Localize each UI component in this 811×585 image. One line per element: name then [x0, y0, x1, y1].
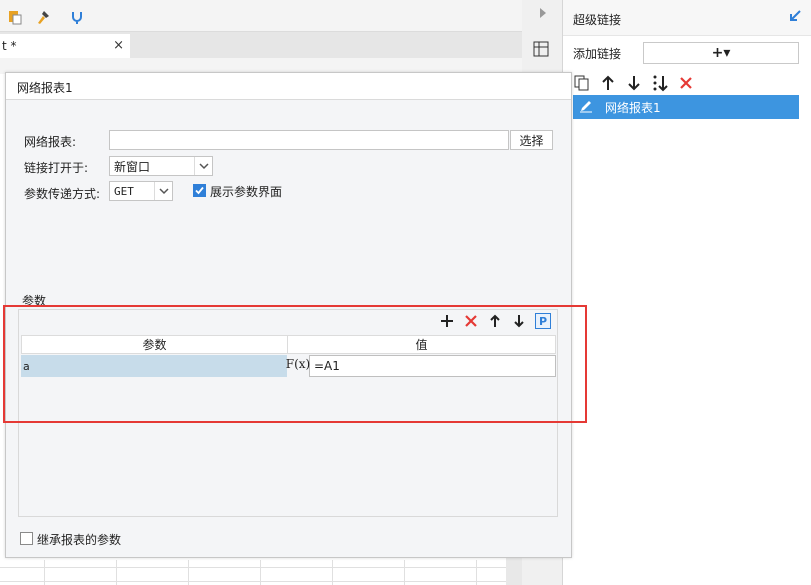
document-tab[interactable]: t * × — [0, 34, 130, 58]
add-link-button-label: +▾ — [711, 45, 731, 61]
chevron-down-icon[interactable] — [154, 182, 172, 200]
side-ribbon — [522, 0, 562, 76]
open-in-value: 新窗口 — [114, 159, 151, 174]
copy-icon[interactable] — [573, 74, 591, 92]
hyperlink-list-item-label: 网络报表1 — [605, 100, 661, 115]
inherit-params-checkbox[interactable] — [20, 532, 33, 545]
inherit-params-label: 继承报表的参数 — [37, 533, 122, 547]
dialog-title: 网络报表1 — [6, 73, 571, 100]
format-brush-icon[interactable] — [34, 8, 52, 26]
report-label: 网络报表: — [24, 135, 77, 149]
open-in-label: 链接打开于: — [24, 161, 89, 175]
method-select[interactable]: GET — [109, 181, 173, 201]
add-link-button[interactable]: +▾ — [643, 42, 799, 64]
report-path-input[interactable] — [109, 130, 509, 150]
show-params-label: 展示参数界面 — [210, 185, 283, 199]
plugin-icon[interactable] — [68, 8, 86, 26]
hyperlink-list: 网络报表1 — [573, 95, 799, 119]
chevron-down-icon[interactable] — [194, 157, 212, 175]
sort-icon[interactable] — [651, 74, 669, 92]
open-in-select[interactable]: 新窗口 — [109, 156, 213, 176]
paste-icon[interactable] — [6, 8, 24, 26]
move-up-icon[interactable] — [599, 74, 617, 92]
collapse-arrow-icon[interactable] — [788, 9, 804, 25]
choose-button[interactable]: 选择 — [510, 130, 553, 150]
method-value: GET — [114, 184, 134, 198]
panel-title: 超级链接 — [573, 13, 622, 27]
link-toolbar — [573, 72, 695, 94]
add-link-label: 添加链接 — [573, 47, 622, 61]
close-icon[interactable]: × — [113, 38, 124, 53]
chevron-right-icon[interactable] — [534, 4, 552, 22]
hyperlink-panel: 超级链接 添加链接 +▾ 网络报表1 — [562, 0, 811, 585]
highlight-box — [3, 305, 587, 423]
editor-toolbar — [0, 0, 522, 32]
grid-layout-icon[interactable] — [532, 40, 550, 58]
document-tab-label: t * — [2, 39, 17, 53]
hyperlink-panel-header: 超级链接 — [563, 0, 811, 36]
document-tabs: t * × — [0, 32, 522, 58]
show-params-checkbox[interactable] — [193, 184, 206, 197]
delete-icon[interactable] — [677, 74, 695, 92]
choose-button-label: 选择 — [519, 133, 544, 148]
hyperlink-list-item[interactable]: 网络报表1 — [573, 95, 799, 119]
method-label: 参数传递方式: — [24, 187, 101, 201]
move-down-icon[interactable] — [625, 74, 643, 92]
pencil-icon — [579, 99, 593, 116]
